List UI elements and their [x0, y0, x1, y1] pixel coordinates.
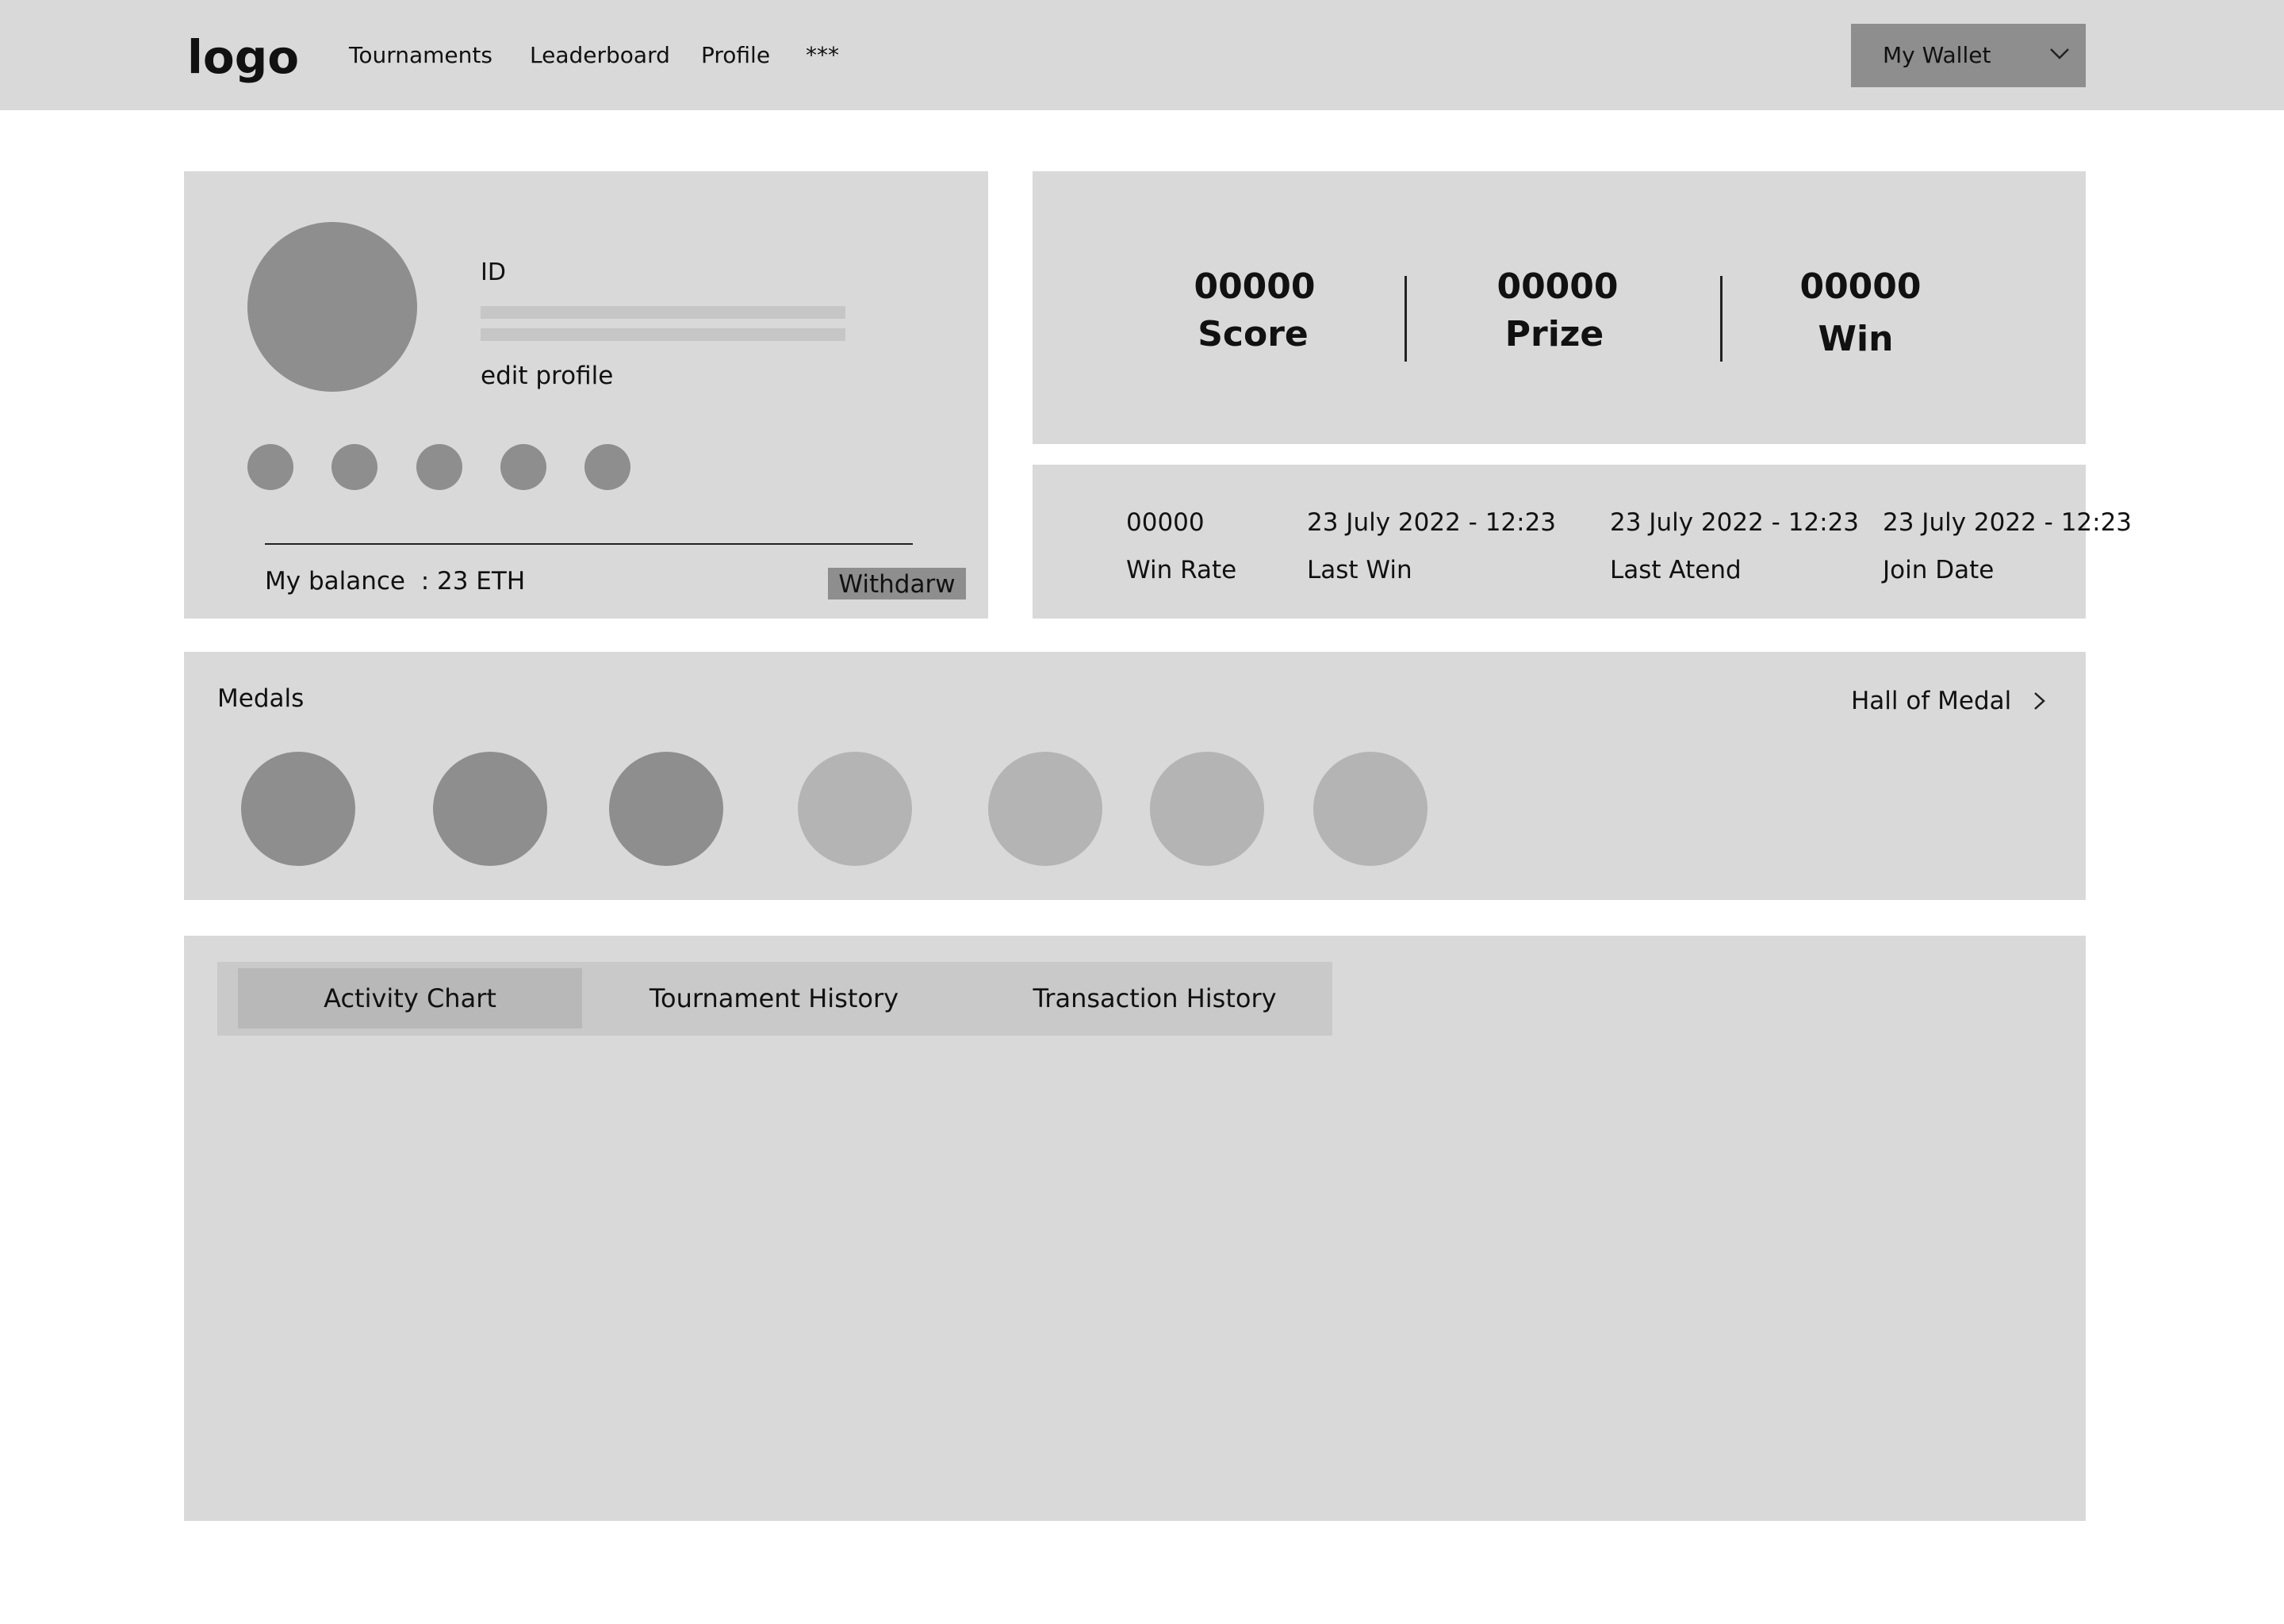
- join-date-label: Join Date: [1883, 556, 1995, 584]
- medal-icon[interactable]: [1313, 752, 1428, 866]
- medal-icon[interactable]: [988, 752, 1102, 866]
- medal-icon[interactable]: [609, 752, 723, 866]
- win-value: 00000: [1799, 266, 1922, 307]
- social-icon[interactable]: [416, 444, 462, 490]
- info-card: [1033, 465, 2086, 619]
- chevron-right-icon: [2034, 692, 2045, 710]
- score-label: Score: [1198, 314, 1309, 354]
- divider: [1405, 276, 1407, 362]
- tab-activity-chart[interactable]: Activity Chart: [238, 968, 582, 1028]
- prize-value: 00000: [1496, 266, 1619, 307]
- nav-tournaments[interactable]: Tournaments: [349, 40, 492, 71]
- medal-icon[interactable]: [798, 752, 912, 866]
- wallet-label: My Wallet: [1883, 42, 1991, 68]
- avatar: [247, 222, 417, 392]
- medal-icon[interactable]: [241, 752, 355, 866]
- my-wallet-dropdown[interactable]: My Wallet: [1851, 24, 2086, 87]
- edit-profile-link[interactable]: edit profile: [481, 359, 613, 393]
- balance-text: My balance : 23 ETH: [265, 567, 526, 596]
- last-win-value: 23 July 2022 - 12:23: [1307, 508, 1557, 537]
- divider: [1720, 276, 1723, 362]
- score-value: 00000: [1194, 266, 1316, 307]
- join-date-value: 23 July 2022 - 12:23: [1883, 508, 2133, 537]
- win-rate-label: Win Rate: [1126, 556, 1237, 584]
- medals-title: Medals: [217, 684, 305, 713]
- nav-profile[interactable]: Profile: [701, 40, 770, 71]
- medal-icon[interactable]: [433, 752, 547, 866]
- win-rate-value: 00000: [1126, 508, 1205, 537]
- name-placeholder-line: [481, 306, 845, 319]
- last-win-label: Last Win: [1307, 556, 1412, 584]
- social-icon[interactable]: [584, 444, 630, 490]
- last-attend-label: Last Atend: [1610, 556, 1742, 584]
- social-icon[interactable]: [500, 444, 546, 490]
- prize-label: Prize: [1504, 314, 1604, 354]
- medal-icon[interactable]: [1150, 752, 1264, 866]
- top-nav-bar: logo Tournaments Leaderboard Profile ***…: [0, 0, 2284, 110]
- nav-leaderboard[interactable]: Leaderboard: [530, 40, 670, 71]
- social-icon[interactable]: [247, 444, 293, 490]
- win-label: Win: [1818, 319, 1894, 359]
- divider: [265, 543, 913, 545]
- tab-tournament-history[interactable]: Tournament History: [590, 968, 958, 1028]
- social-icon[interactable]: [331, 444, 377, 490]
- tab-transaction-history[interactable]: Transaction History: [991, 968, 1318, 1028]
- chevron-down-icon: [2050, 48, 2069, 59]
- tab-bar: Activity Chart Tournament History Transa…: [217, 962, 1332, 1036]
- last-attend-value: 23 July 2022 - 12:23: [1610, 508, 1860, 537]
- hall-of-medal-link[interactable]: Hall of Medal: [1851, 684, 2045, 718]
- withdraw-button[interactable]: Withdarw: [828, 568, 966, 599]
- nav-more[interactable]: ***: [806, 40, 839, 71]
- user-id-label: ID: [481, 259, 506, 286]
- logo[interactable]: logo: [187, 29, 299, 86]
- hall-of-medal-label: Hall of Medal: [1851, 687, 2012, 715]
- name-placeholder-line: [481, 328, 845, 341]
